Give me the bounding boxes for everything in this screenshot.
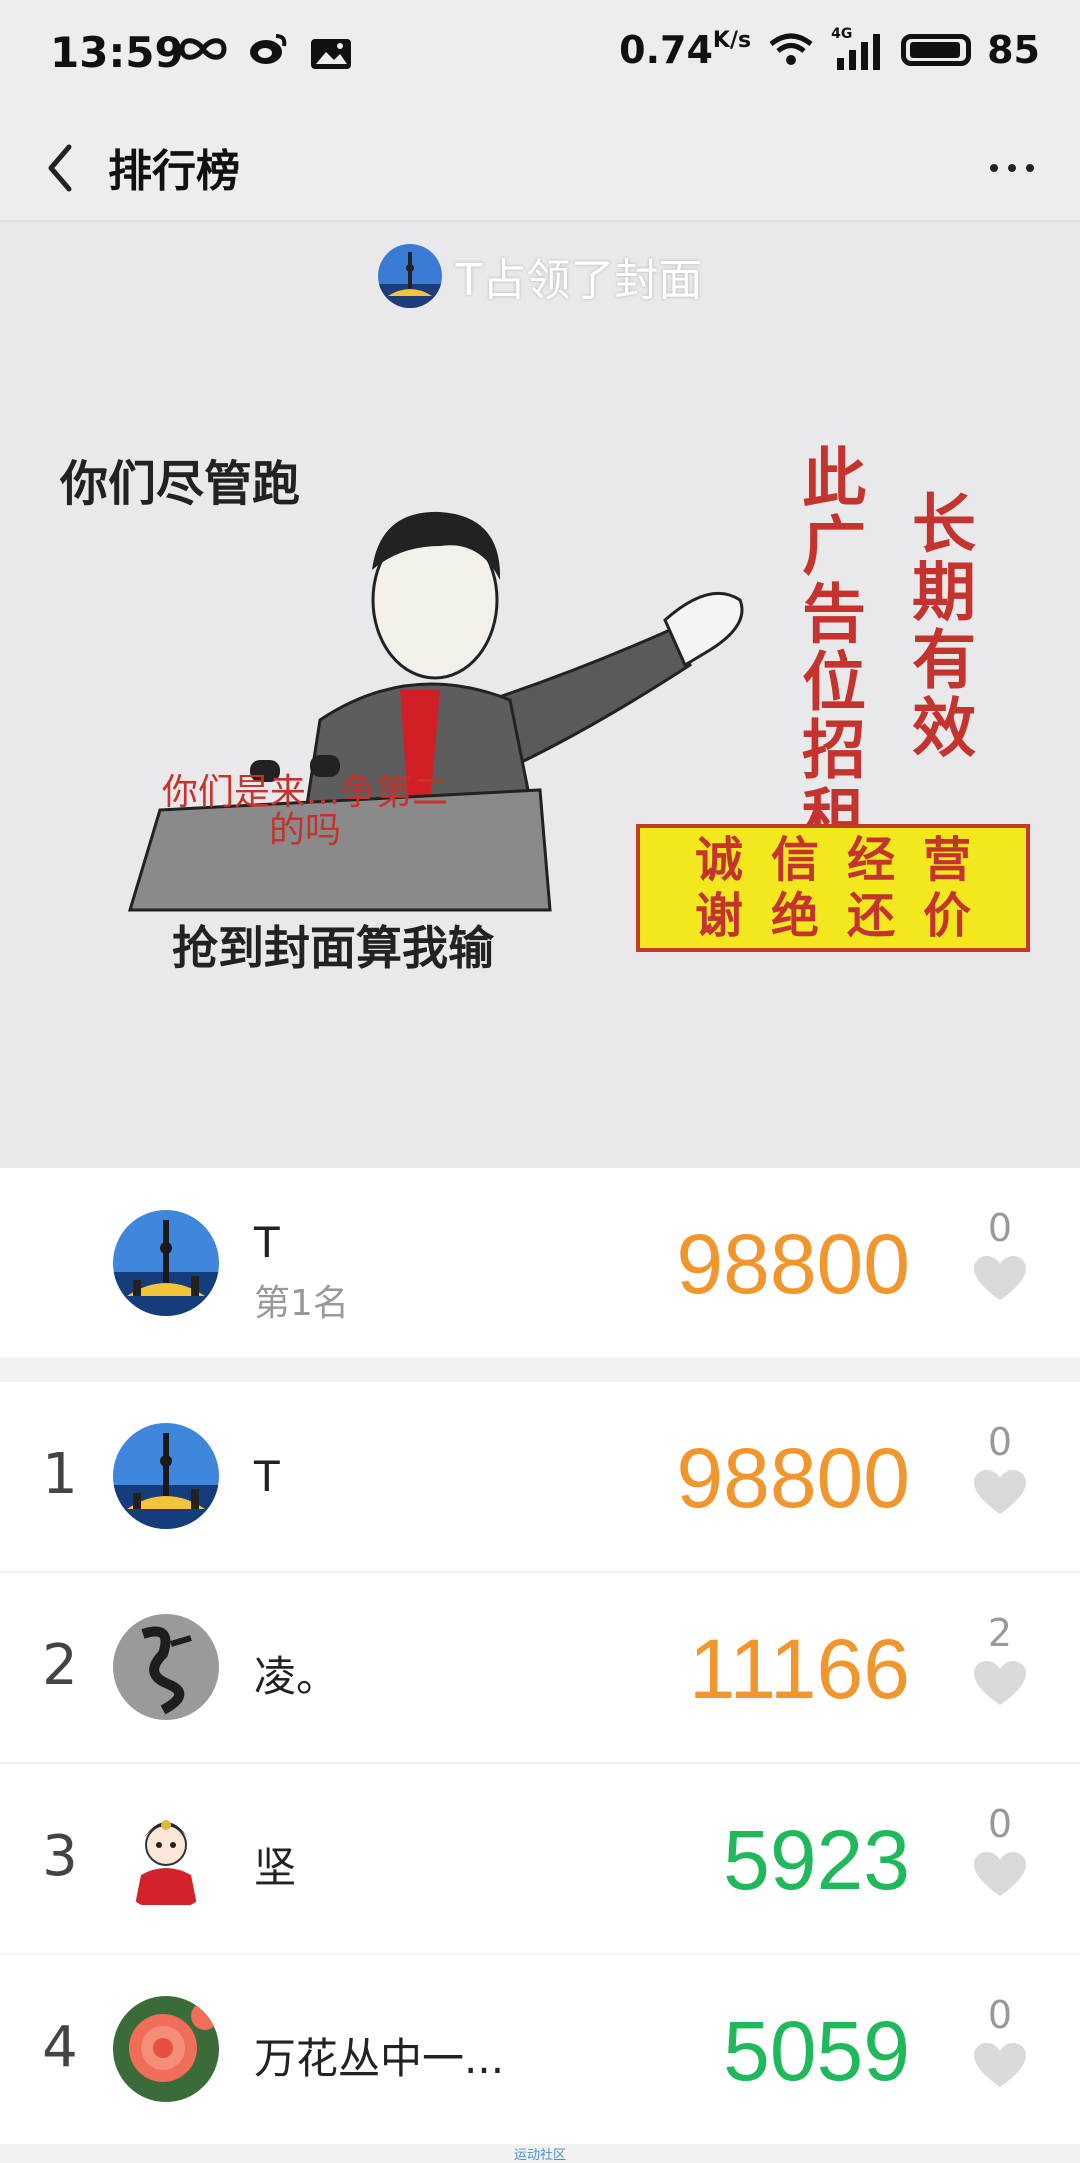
player-name: 坚 bbox=[254, 1843, 297, 1892]
player-name: T bbox=[254, 1452, 280, 1501]
heart-icon bbox=[974, 1470, 1026, 1514]
meme-banner-line1: 诚信经营 bbox=[694, 832, 999, 888]
meme-vertical-text-2: 长期有效 bbox=[901, 490, 975, 762]
more-dot-icon bbox=[1026, 164, 1034, 172]
like-count: 2 bbox=[987, 1611, 1013, 1655]
leaderboard-row[interactable]: 3 坚 5923 0 bbox=[0, 1764, 1080, 1953]
my-score: 98800 bbox=[676, 1217, 910, 1311]
player-score: 11166 bbox=[688, 1622, 910, 1716]
rank-number: 1 bbox=[42, 1442, 78, 1507]
battery-level: 85 bbox=[987, 28, 1040, 72]
my-name: T bbox=[254, 1218, 280, 1267]
gallery-icon bbox=[311, 39, 351, 69]
avatar-image bbox=[113, 1805, 219, 1911]
avatar-image bbox=[113, 1996, 219, 2102]
rank-number: 3 bbox=[42, 1824, 78, 1889]
like-button[interactable]: 0 bbox=[960, 1420, 1040, 1516]
like-count: 0 bbox=[987, 1802, 1013, 1846]
like-button[interactable]: 0 bbox=[960, 1802, 1040, 1898]
wifi-icon bbox=[769, 33, 813, 65]
meme-banner-line2: 谢绝还价 bbox=[694, 888, 999, 944]
player-score: 5923 bbox=[723, 1813, 910, 1907]
player-name: 凌。 bbox=[254, 1652, 339, 1701]
meme-vertical-text-1: 此广告位招租 bbox=[791, 444, 865, 852]
like-button[interactable]: 0 bbox=[960, 1993, 1040, 2089]
footer-text: 运动社区 bbox=[513, 2148, 566, 2163]
my-rank-card[interactable]: T 第1名 98800 0 bbox=[0, 1168, 1080, 1358]
heart-icon bbox=[974, 2043, 1026, 2087]
meme-banner: 诚信经营 谢绝还价 bbox=[636, 824, 1030, 952]
avatar-image bbox=[113, 1423, 219, 1529]
avatar[interactable] bbox=[113, 1210, 219, 1316]
avatar[interactable] bbox=[113, 1805, 219, 1911]
player-score: 5059 bbox=[723, 2004, 910, 2098]
status-right: 0.74K/s 4G 85 bbox=[619, 26, 1040, 72]
player-score: 98800 bbox=[676, 1431, 910, 1525]
avatar[interactable] bbox=[113, 1614, 219, 1720]
like-count: 0 bbox=[987, 1420, 1013, 1464]
like-count: 0 bbox=[987, 1993, 1013, 2037]
like-button[interactable]: 0 bbox=[960, 1206, 1040, 1302]
heart-icon bbox=[974, 1852, 1026, 1896]
leaderboard-row[interactable]: 4 万花丛中一... 5059 0 bbox=[0, 1955, 1080, 2144]
avatar-image bbox=[113, 1614, 219, 1720]
battery-icon bbox=[901, 34, 972, 66]
back-arrow-icon bbox=[48, 144, 72, 192]
leaderboard-row[interactable]: 1 T 98800 0 bbox=[0, 1382, 1080, 1571]
like-button[interactable]: 2 bbox=[960, 1611, 1040, 1707]
avatar[interactable] bbox=[113, 1996, 219, 2102]
meme-podium-text: 你们是来...争第二的吗 bbox=[161, 772, 449, 851]
rank-number: 4 bbox=[42, 2015, 78, 2080]
meme-text-bottom: 抢到封面算我输 bbox=[172, 921, 494, 975]
more-dot-icon bbox=[1008, 164, 1016, 172]
avatar-city-icon bbox=[113, 1210, 219, 1316]
status-bar: 13:59 0.74K/s 4G 85 bbox=[0, 0, 1080, 115]
cover-owner-avatar bbox=[377, 244, 442, 308]
cover-image[interactable]: T占领了封面 你们尽管跑 你们是来...争第二的吗 抢到封面算我输 此广告位招租… bbox=[0, 222, 1080, 1168]
page-title: 排行榜 bbox=[108, 146, 240, 197]
weibo-icon bbox=[250, 34, 287, 64]
avatar[interactable] bbox=[113, 1423, 219, 1529]
more-dot-icon bbox=[990, 164, 998, 172]
cover-owner-text: T占领了封面 bbox=[455, 255, 703, 306]
player-name: 万花丛中一... bbox=[254, 2034, 505, 2083]
like-count: 0 bbox=[987, 1206, 1013, 1250]
nav-bar: 排行榜 bbox=[0, 115, 1080, 222]
signal-icon: 4G bbox=[831, 26, 885, 70]
my-rank-label: 第1名 bbox=[254, 1283, 349, 1324]
leaderboard-row[interactable]: 2 凌。 11166 2 bbox=[0, 1573, 1080, 1762]
more-button[interactable] bbox=[972, 133, 1052, 203]
status-time: 13:59 bbox=[50, 28, 184, 77]
network-speed: 0.74K/s bbox=[619, 28, 752, 72]
rank-number: 2 bbox=[42, 1633, 78, 1698]
cover-owner: T占领了封面 bbox=[0, 244, 1080, 308]
heart-icon bbox=[974, 1661, 1026, 1705]
infinity-icon bbox=[179, 38, 227, 60]
back-button[interactable] bbox=[28, 133, 92, 203]
heart-icon bbox=[974, 1256, 1026, 1300]
